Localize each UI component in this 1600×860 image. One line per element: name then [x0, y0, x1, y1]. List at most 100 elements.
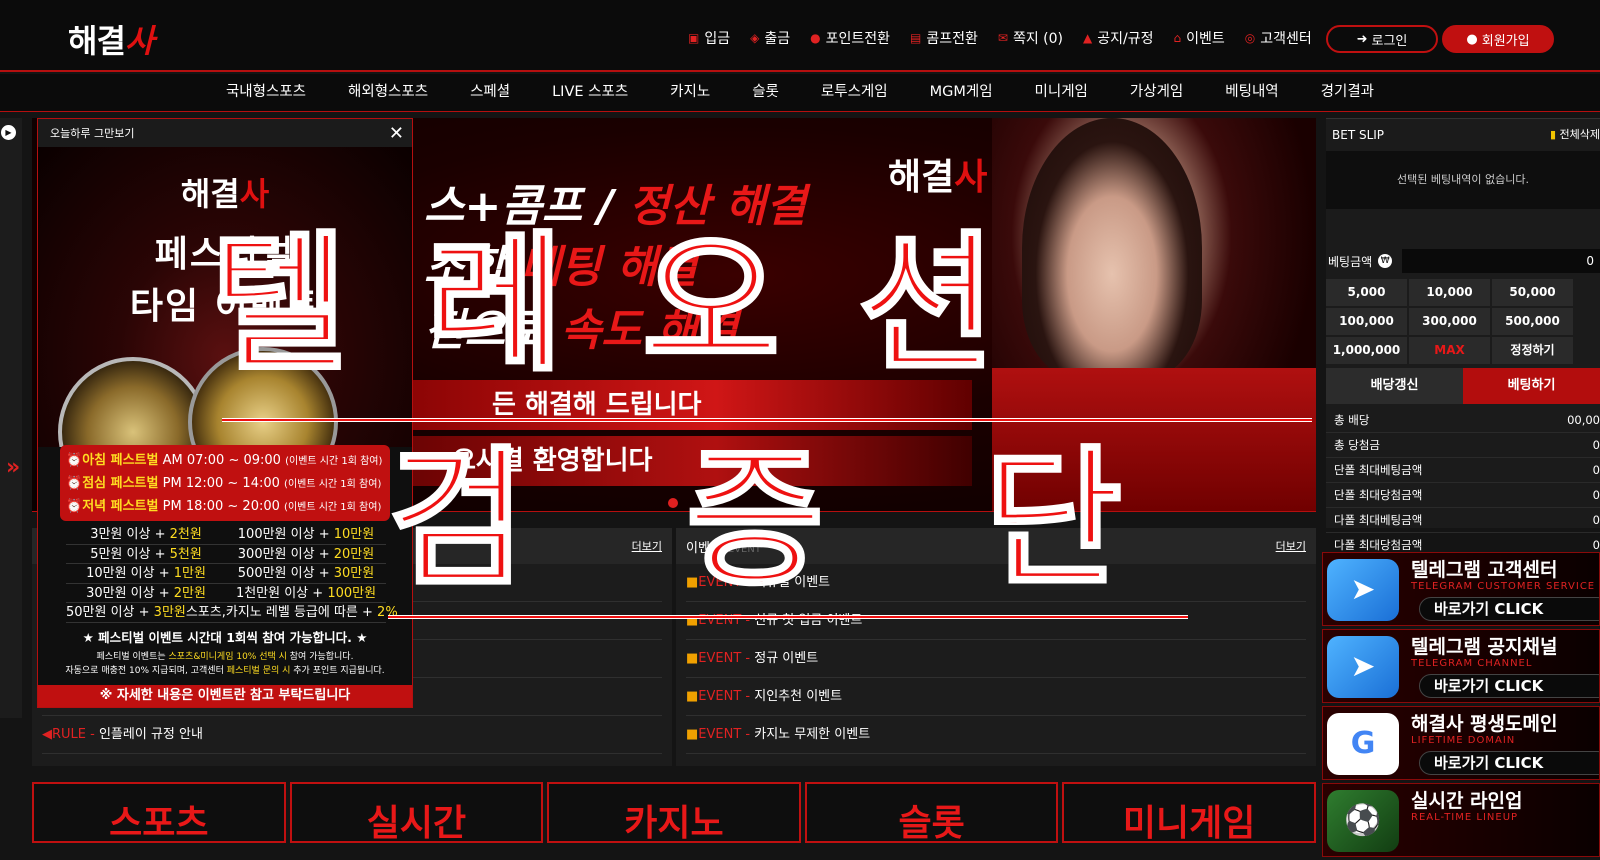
topnav-label: 포인트전환 [825, 31, 890, 47]
delete-all-button[interactable]: ▮ 전체삭제 [1550, 119, 1600, 151]
banner-line-2b: 베팅 해결 [520, 242, 698, 293]
side-banner[interactable]: ⚽ 실시간 라인업 REAL-TIME LINEUP [1322, 783, 1600, 857]
board-row-text: 카지노 무제한 이벤트 [754, 727, 871, 742]
main-nav-item[interactable]: 로투스게임 [821, 74, 888, 111]
board-row-text: 신규 첫 입금 이벤트 [754, 613, 863, 628]
main-nav-item[interactable]: 슬롯 [752, 74, 779, 111]
section-tile[interactable]: 카지노 [547, 782, 801, 843]
bet-summary-value: 0 [1592, 438, 1600, 452]
watch-image-2 [188, 347, 338, 447]
trash-icon: ▮ [1549, 128, 1557, 141]
board-row[interactable]: ■EVENT - 정규 이벤트 [686, 640, 1306, 678]
side-banner-cta[interactable]: 바로가기 CLICK [1419, 751, 1599, 775]
close-icon[interactable]: ✕ [389, 123, 404, 144]
bet-summary-label: 총 배당 [1334, 413, 1370, 427]
main-nav-item[interactable]: 국내형스포츠 [226, 74, 306, 111]
event-list: ■EVENT - 리뉴얼 이벤트 ■EVENT - 신규 첫 입금 이벤트 ■EVE… [676, 564, 1316, 754]
main-nav-item[interactable]: 카지노 [670, 74, 710, 111]
section-tile[interactable]: 실시간 [289, 782, 544, 843]
side-banner-title: 해결사 평생도메인 [1411, 713, 1558, 735]
bonus-amount: 100만원 [327, 585, 377, 601]
board-row[interactable]: ■EVENT - 카지노 무제한 이벤트 [686, 716, 1306, 754]
board-row[interactable]: ■EVENT - 신규 첫 입금 이벤트 [686, 602, 1306, 640]
banner-line-3b: 속도 해결 [560, 305, 739, 356]
banner-line-3a: 전으로 [424, 305, 561, 356]
amount-chip-button[interactable]: 500,000 [1492, 308, 1573, 335]
board-row[interactable]: ◀RULE - 인플레이 규정 안내 [42, 716, 662, 754]
notice-more-link[interactable]: 더보기 [632, 538, 662, 554]
bonus-threshold: 500만원 이상 + [237, 566, 334, 581]
main-nav-item[interactable]: LIVE 스포츠 [552, 74, 628, 111]
board-row[interactable]: ■EVENT - 지인추천 이벤트 [686, 678, 1306, 716]
note2a: 페스티벌 이벤트는 [96, 652, 169, 662]
envelope-icon: ✉ [997, 31, 1008, 45]
amount-chip-button[interactable]: 100,000 [1326, 308, 1407, 335]
join-button[interactable]: ● 회원가입 [1442, 25, 1554, 53]
topnav-item[interactable]: ● 포인트전환 [810, 28, 890, 48]
amount-chip-button[interactable]: MAX [1409, 337, 1490, 364]
section-tile[interactable]: 슬롯 [804, 782, 1059, 843]
festival-note: (이벤트 시간 1회 참여) [285, 456, 383, 467]
topnav-item[interactable]: ▤ 콤프전환 [910, 28, 978, 48]
banner-pager-dot[interactable] [668, 498, 678, 508]
amount-chip-button[interactable]: 정정하기 [1492, 337, 1573, 364]
topnav-item[interactable]: ⌂ 이벤트 [1173, 28, 1224, 48]
place-bet-button[interactable]: 베팅하기 [1463, 368, 1600, 404]
bonus-amount: 10만원 [333, 527, 375, 542]
amount-chip-button[interactable]: 50,000 [1492, 279, 1573, 306]
side-banner-cta[interactable]: 바로가기 CLICK [1419, 674, 1599, 698]
bet-amount-input[interactable]: 0 [1402, 249, 1600, 273]
chevron-double-right-icon[interactable]: » [6, 455, 20, 480]
event-more-link[interactable]: 더보기 [1276, 538, 1306, 554]
main-nav-item[interactable]: MGM게임 [930, 74, 993, 111]
site-logo[interactable]: 해결사 [68, 16, 154, 62]
bet-summary-row: 총 당첨금 0 [1326, 433, 1600, 458]
amount-chip-button[interactable]: 1,000,000 [1326, 337, 1407, 364]
board-row[interactable]: ■EVENT - 리뉴얼 이벤트 [686, 564, 1306, 602]
side-banner-title: 실시간 라인업 [1411, 790, 1523, 812]
gift-icon: ■ [686, 727, 699, 742]
section-tile[interactable]: 미니게임 [1062, 782, 1316, 843]
refresh-odds-button[interactable]: 배당갱신 [1326, 368, 1463, 404]
amount-chip-button[interactable]: 5,000 [1326, 279, 1407, 306]
side-banner-subtitle: TELEGRAM CHANNEL [1411, 658, 1533, 669]
bonus-cell: 1천만원 이상 + 100만원 [226, 584, 386, 603]
section-tile[interactable]: 스포츠 [32, 782, 286, 843]
amount-chip-button[interactable]: 10,000 [1409, 279, 1490, 306]
note2c: 참여 가능합니다. [286, 652, 354, 662]
main-nav-item[interactable]: 스페셜 [470, 74, 510, 111]
banner-line-2a: 조합 [424, 242, 521, 293]
gift-icon: ■ [686, 575, 699, 590]
topnav-item[interactable]: ✉ 쪽지 (0) [998, 28, 1063, 48]
topnav-item[interactable]: ◈ 출금 [750, 28, 790, 48]
bet-summary-label: 다폴 최대베팅금액 [1334, 513, 1423, 527]
board-row-tag: EVENT - [698, 689, 755, 704]
main-nav-item[interactable]: 경기결과 [1321, 74, 1374, 111]
user-icon: ● [1466, 31, 1478, 47]
hide-today-button[interactable]: 오늘하루 그만보기 [50, 125, 134, 141]
bonus-row: 10만원 이상 + 1만원 500만원 이상 + 30만원 [66, 564, 386, 584]
side-banner-cta[interactable]: 바로가기 CLICK [1419, 597, 1599, 621]
bet-amount-row: 베팅금액 ₩ 0 [1326, 247, 1600, 275]
main-nav-item[interactable]: 해외형스포츠 [348, 74, 428, 111]
board-row-text: 인플레이 규정 안내 [98, 727, 203, 742]
main-nav: 국내형스포츠 해외형스포츠 스페셜 LIVE 스포츠 카지노 슬롯 로투스게임 MGM게임 미니… [0, 74, 1600, 112]
side-banner[interactable]: G 해결사 평생도메인 LIFETIME DOMAIN 바로가기 CLICK [1322, 706, 1600, 780]
topnav-item[interactable]: ▲ 공지/규정 [1083, 28, 1153, 48]
bonus-row: 30만원 이상 + 2만원 1천만원 이상 + 100만원 [66, 584, 386, 603]
topnav-item[interactable]: ▣ 입금 [688, 28, 730, 48]
bet-summary-row: 단폴 최대당첨금액 0 [1326, 483, 1600, 508]
amount-chip-button[interactable]: 300,000 [1409, 308, 1490, 335]
main-nav-item[interactable]: 미니게임 [1035, 74, 1088, 111]
bonus-amount: 2만원 [173, 585, 206, 601]
main-nav-item[interactable]: 가상게임 [1130, 74, 1183, 111]
main-nav-item[interactable]: 베팅내역 [1225, 74, 1278, 111]
play-icon[interactable]: ▶ [1, 125, 16, 140]
side-banner[interactable]: ➤ 텔레그램 공지채널 TELEGRAM CHANNEL 바로가기 CLICK [1322, 629, 1600, 703]
telegram-icon: ➤ [1327, 559, 1399, 621]
topnav-item[interactable]: ◎ 고객센터 [1245, 28, 1312, 48]
clock-icon: ⏰ [66, 453, 83, 468]
event-board-header: 이벤트 EVENT 더보기 [676, 528, 1316, 564]
side-banner[interactable]: ➤ 텔레그램 고객센터 TELEGRAM CUSTOMER SERVICE 바로가기 … [1322, 552, 1600, 626]
login-button[interactable]: ➜ 로그인 [1326, 25, 1438, 53]
